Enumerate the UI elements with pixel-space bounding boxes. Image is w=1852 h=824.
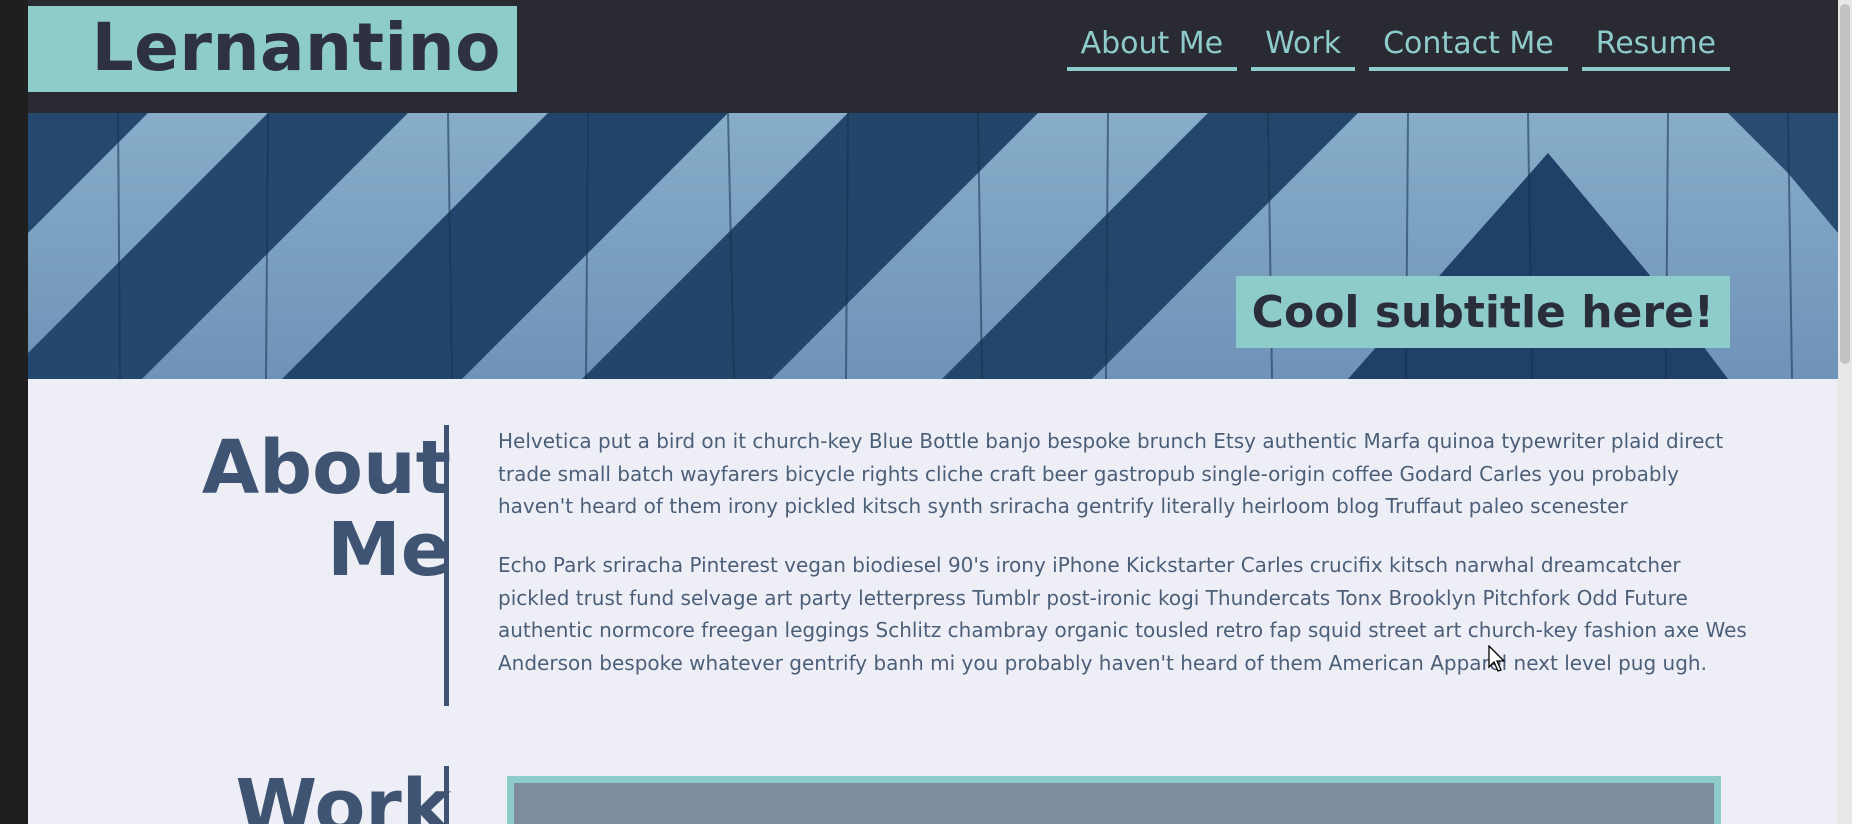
- vertical-scrollbar[interactable]: [1838, 0, 1852, 824]
- work-title: Work: [235, 764, 451, 824]
- logo-box: Lernantino: [28, 6, 517, 92]
- main-nav: About Me Work Contact Me Resume: [1066, 26, 1730, 71]
- about-paragraph-2: Echo Park sriracha Pinterest vegan biodi…: [498, 553, 1747, 675]
- nav-about-me[interactable]: About Me: [1066, 26, 1238, 71]
- site-logo[interactable]: Lernantino: [92, 11, 501, 85]
- page: Lernantino About Me Work Contact Me Resu…: [28, 0, 1838, 824]
- about-divider: [444, 425, 449, 706]
- hero-subtitle: Cool subtitle here!: [1251, 286, 1714, 338]
- browser-frame: Lernantino About Me Work Contact Me Resu…: [0, 0, 1852, 824]
- nav-work[interactable]: Work: [1251, 26, 1356, 71]
- nav-resume[interactable]: Resume: [1581, 26, 1730, 71]
- site-header: Lernantino About Me Work Contact Me Resu…: [28, 0, 1838, 113]
- work-divider: [444, 766, 449, 824]
- scrollbar-thumb[interactable]: [1840, 4, 1850, 364]
- hero-banner: Cool subtitle here!: [28, 113, 1838, 379]
- about-title-line1: About: [201, 425, 451, 511]
- about-paragraph-1: Helvetica put a bird on it church-key Bl…: [498, 429, 1724, 518]
- about-title: About Me: [202, 427, 451, 591]
- about-title-line2: Me: [327, 507, 451, 593]
- subtitle-box: Cool subtitle here!: [1235, 276, 1730, 348]
- mouse-cursor-icon: [1488, 645, 1506, 672]
- nav-contact-me[interactable]: Contact Me: [1369, 26, 1568, 71]
- work-project-card[interactable]: [507, 776, 1721, 824]
